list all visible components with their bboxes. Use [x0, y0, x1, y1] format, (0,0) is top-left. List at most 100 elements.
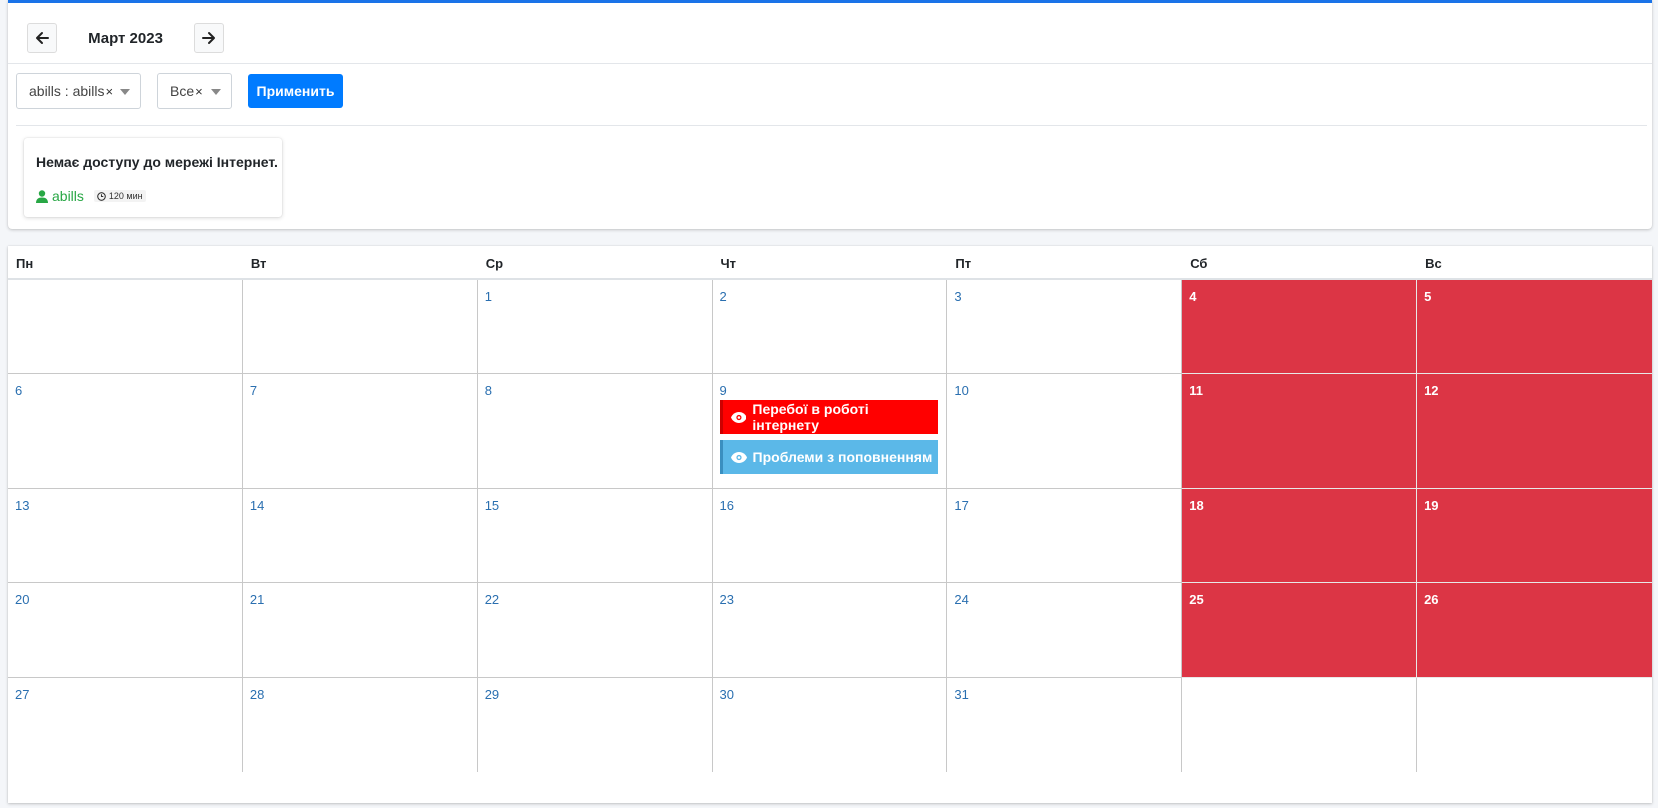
- day-number[interactable]: 14: [250, 498, 264, 513]
- day-cell[interactable]: 27: [8, 678, 243, 772]
- day-cell-weekend[interactable]: 26: [1417, 583, 1652, 678]
- day-cell[interactable]: 9 Перебої в роботі інтернету Проблеми з …: [712, 374, 948, 489]
- day-cell[interactable]: 13: [8, 489, 243, 583]
- day-number[interactable]: 8: [485, 383, 492, 398]
- day-number[interactable]: 16: [720, 498, 734, 513]
- day-number[interactable]: 21: [250, 592, 264, 607]
- divider: [8, 63, 1652, 64]
- day-number[interactable]: 20: [15, 592, 29, 607]
- filter-bar: abills : abills × Все × Применить: [16, 73, 343, 109]
- day-number[interactable]: 3: [954, 289, 961, 304]
- day-cell[interactable]: 17: [947, 489, 1183, 583]
- clear-user-select[interactable]: ×: [105, 84, 113, 99]
- day-cell[interactable]: 20: [8, 583, 243, 678]
- day-number[interactable]: 29: [485, 687, 499, 702]
- day-cell[interactable]: 7: [242, 374, 478, 489]
- clear-type-select[interactable]: ×: [195, 84, 203, 99]
- day-number[interactable]: 23: [720, 592, 734, 607]
- day-number[interactable]: 28: [250, 687, 264, 702]
- day-cell-weekend[interactable]: 12: [1417, 374, 1652, 489]
- day-number[interactable]: 27: [15, 687, 29, 702]
- day-number[interactable]: 17: [954, 498, 968, 513]
- eye-icon: [730, 411, 747, 423]
- weekday-header: Пн: [16, 256, 34, 271]
- day-cell[interactable]: 14: [242, 489, 478, 583]
- day-number[interactable]: 5: [1424, 289, 1431, 304]
- day-number[interactable]: 25: [1189, 592, 1203, 607]
- arrow-right-icon: [202, 32, 215, 44]
- type-select[interactable]: Все ×: [157, 73, 232, 109]
- notice-user: abills: [52, 188, 84, 204]
- day-number[interactable]: 4: [1189, 289, 1196, 304]
- notice-meta: abills 120 мин: [36, 188, 146, 204]
- day-cell-weekend[interactable]: 19: [1417, 489, 1652, 583]
- day-cell[interactable]: 30: [713, 678, 948, 772]
- day-number[interactable]: 26: [1424, 592, 1438, 607]
- apply-button[interactable]: Применить: [248, 74, 343, 108]
- day-number[interactable]: 18: [1189, 498, 1203, 513]
- day-cell[interactable]: 2: [712, 280, 948, 374]
- day-cell[interactable]: 15: [477, 489, 713, 583]
- day-number[interactable]: 19: [1424, 498, 1438, 513]
- clock-icon: [97, 191, 106, 201]
- day-cell-weekend[interactable]: 18: [1182, 489, 1418, 583]
- prev-month-button[interactable]: [27, 23, 57, 53]
- day-number[interactable]: 9: [720, 383, 727, 398]
- chevron-down-icon: [211, 89, 221, 95]
- day-cell[interactable]: [242, 280, 478, 374]
- event-label: Проблеми з поповненням: [752, 449, 933, 465]
- user-select-value: abills : abills: [29, 83, 105, 99]
- day-cell-weekend[interactable]: 4: [1182, 280, 1418, 374]
- day-number[interactable]: 24: [954, 592, 968, 607]
- weekday-header: Чт: [720, 256, 737, 271]
- day-number[interactable]: 13: [15, 498, 29, 513]
- month-navigation: Март 2023: [27, 22, 224, 54]
- day-cell[interactable]: 21: [242, 583, 478, 678]
- day-cell[interactable]: [8, 280, 243, 374]
- day-cell[interactable]: 16: [712, 489, 948, 583]
- day-cell-weekend[interactable]: 11: [1182, 374, 1418, 489]
- user-icon: [36, 189, 48, 203]
- event-label: Перебої в роботі інтернету: [752, 401, 869, 433]
- week-row: 1 2 3 4 5: [8, 280, 1652, 374]
- day-number[interactable]: 1: [485, 289, 492, 304]
- day-cell[interactable]: 1: [477, 280, 713, 374]
- notice-duration: 120 мин: [108, 191, 143, 201]
- day-cell-weekend[interactable]: 5: [1417, 280, 1652, 374]
- eye-icon: [730, 451, 747, 463]
- day-number[interactable]: 6: [15, 383, 22, 398]
- day-cell[interactable]: 6: [8, 374, 243, 489]
- day-cell[interactable]: 28: [243, 678, 478, 772]
- day-cell[interactable]: 24: [947, 583, 1183, 678]
- day-cell[interactable]: 10: [947, 374, 1183, 489]
- duration-badge: 120 мин: [93, 190, 146, 202]
- notice-card[interactable]: Немає доступу до мережі Інтернет. abills…: [24, 138, 282, 217]
- day-number[interactable]: 11: [1189, 383, 1203, 398]
- day-number[interactable]: 31: [954, 687, 968, 702]
- day-cell[interactable]: [1417, 678, 1652, 772]
- day-cell[interactable]: 8: [477, 374, 713, 489]
- day-number[interactable]: 10: [954, 383, 968, 398]
- notice-user-link[interactable]: abills: [36, 188, 84, 204]
- calendar-event[interactable]: Перебої в роботі інтернету: [719, 400, 938, 434]
- day-number[interactable]: 15: [485, 498, 499, 513]
- day-number[interactable]: 2: [720, 289, 727, 304]
- calendar: Пн Вт Ср Чт Пт Сб Вс 1 2 3 4 5 6 7 8 9 П…: [8, 246, 1652, 803]
- day-number[interactable]: 30: [720, 687, 734, 702]
- next-month-button[interactable]: [194, 23, 224, 53]
- day-cell[interactable]: 29: [478, 678, 713, 772]
- day-number[interactable]: 7: [250, 383, 257, 398]
- day-cell[interactable]: [1182, 678, 1418, 772]
- day-cell[interactable]: 22: [477, 583, 713, 678]
- day-cell-weekend[interactable]: 25: [1182, 583, 1418, 678]
- user-select[interactable]: abills : abills ×: [16, 73, 141, 109]
- calendar-event[interactable]: Проблеми з поповненням: [719, 440, 938, 474]
- day-number[interactable]: 12: [1424, 383, 1438, 398]
- calendar-header: Пн Вт Ср Чт Пт Сб Вс: [8, 246, 1652, 280]
- day-cell[interactable]: 31: [947, 678, 1183, 772]
- month-title: Март 2023: [88, 29, 163, 47]
- day-cell[interactable]: 23: [712, 583, 948, 678]
- day-cell[interactable]: 3: [947, 280, 1183, 374]
- day-number[interactable]: 22: [485, 592, 499, 607]
- weekday-header: Вт: [250, 256, 267, 271]
